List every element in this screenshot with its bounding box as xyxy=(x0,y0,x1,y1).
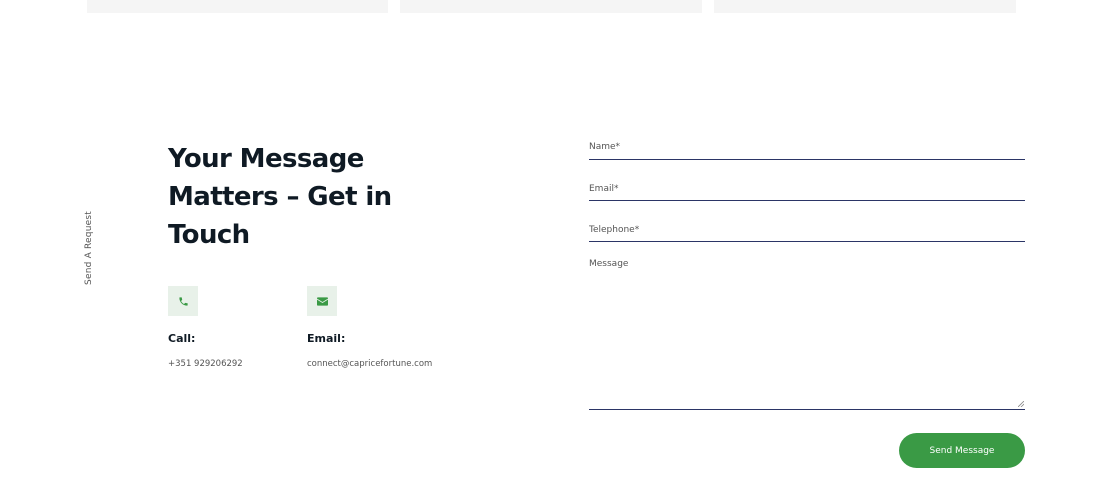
message-field-wrapper xyxy=(589,242,1025,410)
message-textarea[interactable] xyxy=(589,259,1025,399)
section-heading: Your Message Matters – Get in Touch xyxy=(168,144,392,250)
phone-icon xyxy=(168,286,198,316)
contact-email: Email: connect@capricefortune.com xyxy=(307,286,432,370)
top-card-3 xyxy=(714,0,1016,13)
top-card-2 xyxy=(400,0,702,13)
telephone-input[interactable] xyxy=(589,225,1025,235)
name-input[interactable] xyxy=(589,142,1025,152)
call-value[interactable]: +351 929206292 xyxy=(168,359,243,370)
email-field-wrapper xyxy=(589,160,1025,201)
email-label: Email: xyxy=(307,332,346,345)
email-input[interactable] xyxy=(589,184,1025,194)
section-side-label-text: Send A Request xyxy=(84,211,94,285)
name-field-wrapper xyxy=(589,128,1025,160)
top-card-1 xyxy=(87,0,388,13)
email-value[interactable]: connect@capricefortune.com xyxy=(307,359,432,370)
resize-handle-icon[interactable] xyxy=(1018,401,1024,407)
telephone-field-wrapper xyxy=(589,201,1025,242)
contact-section: Send A Request Your Message Matters – Ge… xyxy=(0,0,1101,500)
send-message-button[interactable]: Send Message xyxy=(899,433,1025,468)
call-label: Call: xyxy=(168,332,196,345)
contact-form xyxy=(589,128,1025,410)
envelope-icon xyxy=(307,286,337,316)
contact-call: Call: +351 929206292 xyxy=(168,286,243,370)
section-side-label: Send A Request xyxy=(79,211,99,285)
